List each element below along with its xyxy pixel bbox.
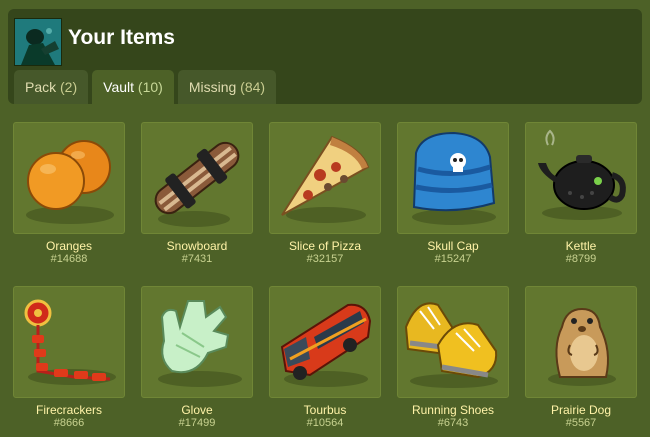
item-id: #17499 — [178, 417, 216, 429]
item-card-running-shoes[interactable]: Running Shoes #6743 — [397, 286, 509, 429]
skull-cap-icon — [412, 131, 496, 225]
firecrackers-icon — [24, 299, 116, 385]
snowboard-icon — [154, 141, 240, 227]
item-name: Snowboard — [166, 239, 228, 253]
inventory-tabs: Pack (2) Vault (10) Missing (84) — [14, 70, 280, 104]
item-id: #6743 — [437, 417, 469, 429]
item-id: #8666 — [53, 417, 85, 429]
item-thumbnail — [269, 286, 381, 398]
tab-missing[interactable]: Missing (84) — [177, 70, 277, 104]
item-card-oranges[interactable]: Oranges #14688 — [13, 122, 125, 265]
item-thumbnail — [13, 122, 125, 234]
item-name: Running Shoes — [411, 403, 495, 417]
pizza-slice-icon — [281, 135, 370, 223]
tab-label: Vault — [103, 79, 135, 95]
item-name: Kettle — [565, 239, 597, 253]
item-name: Slice of Pizza — [288, 239, 362, 253]
tab-vault[interactable]: Vault (10) — [92, 70, 174, 104]
item-card-tourbus[interactable]: Tourbus #10564 — [269, 286, 381, 429]
item-card-glove[interactable]: Glove #17499 — [141, 286, 253, 429]
item-thumbnail — [397, 286, 509, 398]
item-name: Firecrackers — [35, 403, 102, 417]
item-card-snowboard[interactable]: Snowboard #7431 — [141, 122, 253, 265]
tab-pack[interactable]: Pack (2) — [14, 70, 89, 104]
diver-avatar-icon — [15, 19, 61, 65]
item-id: #10564 — [306, 417, 344, 429]
item-card-prairie-dog[interactable]: Prairie Dog #5567 — [525, 286, 637, 429]
item-card-skull-cap[interactable]: Skull Cap #15247 — [397, 122, 509, 265]
tab-count: (2) — [60, 79, 78, 95]
item-id: #7431 — [181, 253, 213, 265]
item-thumbnail — [13, 286, 125, 398]
item-thumbnail — [397, 122, 509, 234]
item-thumbnail — [525, 286, 637, 398]
item-id: #8799 — [565, 253, 597, 265]
prairie-dog-icon — [548, 307, 616, 386]
item-name: Glove — [181, 403, 213, 417]
item-name: Skull Cap — [427, 239, 479, 253]
item-thumbnail — [525, 122, 637, 234]
item-thumbnail — [269, 122, 381, 234]
item-id: #15247 — [434, 253, 472, 265]
item-thumbnail — [141, 122, 253, 234]
tab-count: (84) — [240, 79, 266, 95]
tab-label: Missing — [188, 79, 237, 95]
tab-label: Pack — [25, 79, 57, 95]
item-card-firecrackers[interactable]: Firecrackers #8666 — [13, 286, 125, 429]
item-id: #32157 — [306, 253, 344, 265]
tab-count: (10) — [137, 79, 163, 95]
item-card-slice-of-pizza[interactable]: Slice of Pizza #32157 — [269, 122, 381, 265]
item-id: #5567 — [565, 417, 597, 429]
item-id: #14688 — [50, 253, 88, 265]
item-name: Prairie Dog — [550, 403, 612, 417]
item-name: Oranges — [45, 239, 93, 253]
item-name: Tourbus — [303, 403, 347, 417]
item-card-kettle[interactable]: Kettle #8799 — [525, 122, 637, 265]
running-shoes-icon — [404, 302, 498, 388]
page-title: Your Items — [68, 26, 175, 49]
items-header-panel: Your Items Pack (2) Vault (10) Missing (… — [8, 9, 642, 104]
item-thumbnail — [141, 286, 253, 398]
kettle-icon — [538, 129, 626, 220]
tourbus-icon — [280, 303, 372, 387]
avatar[interactable] — [14, 18, 62, 66]
glove-icon — [158, 300, 242, 387]
oranges-icon — [26, 140, 114, 224]
